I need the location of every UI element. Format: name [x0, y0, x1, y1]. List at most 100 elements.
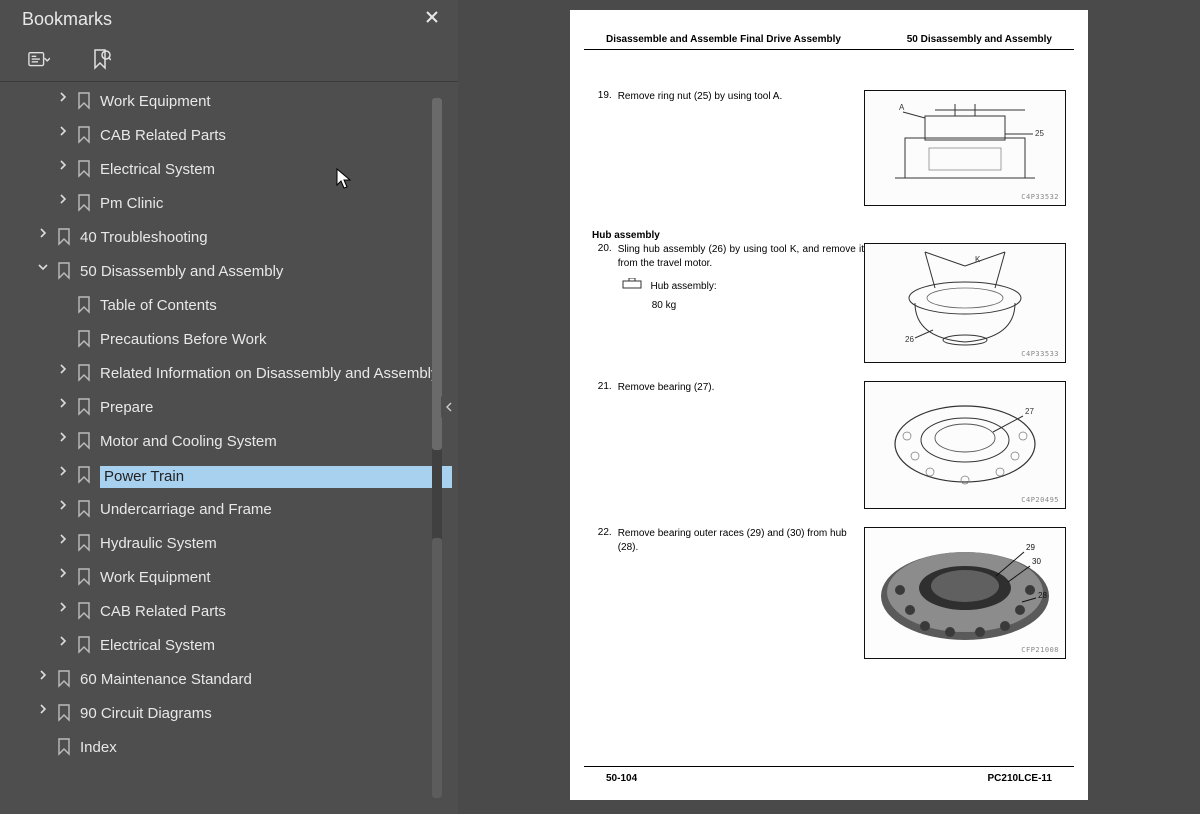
bookmark-icon	[56, 262, 72, 280]
bookmark-icon	[76, 194, 92, 212]
bookmark-icon	[76, 568, 92, 586]
bookmark-item[interactable]: Precautions Before Work	[0, 326, 458, 360]
figure: 27 C4P20495	[864, 381, 1066, 509]
chevron-right-icon[interactable]	[56, 364, 70, 379]
header-left: Disassemble and Assemble Final Drive Ass…	[606, 34, 841, 45]
find-bookmark-icon[interactable]	[90, 49, 112, 71]
bookmark-label: Undercarriage and Frame	[100, 500, 452, 520]
subheading-hub: Hub assembly	[592, 230, 1066, 241]
document-viewport[interactable]: Disassemble and Assemble Final Drive Ass…	[458, 0, 1200, 814]
collapse-panel-handle[interactable]	[441, 396, 457, 418]
bookmark-icon	[76, 602, 92, 620]
bookmark-label: Hydraulic System	[100, 534, 452, 554]
bookmark-icon	[76, 296, 92, 314]
bookmark-item[interactable]: 40 Troubleshooting	[0, 224, 458, 258]
weight-icon	[622, 278, 642, 295]
figure: 29 30 28 CFP21008	[864, 527, 1066, 659]
bookmark-item[interactable]: Undercarriage and Frame	[0, 496, 458, 530]
bookmark-icon	[76, 160, 92, 178]
bookmark-label: Related Information on Disassembly and A…	[100, 364, 452, 384]
footer-right: PC210LCE-11	[988, 773, 1052, 784]
sidebar-title: Bookmarks	[22, 9, 112, 30]
bookmark-item[interactable]: 60 Maintenance Standard	[0, 666, 458, 700]
svg-text:A: A	[899, 103, 905, 112]
chevron-right-icon[interactable]	[56, 160, 70, 175]
bookmark-item[interactable]: Prepare	[0, 394, 458, 428]
bookmark-label: Power Train	[100, 466, 452, 488]
step-number: 22.	[592, 527, 618, 538]
options-icon[interactable]	[28, 49, 50, 71]
bookmark-item[interactable]: Hydraulic System	[0, 530, 458, 564]
bookmark-item[interactable]: CAB Related Parts	[0, 598, 458, 632]
bookmark-label: Table of Contents	[100, 296, 452, 316]
bookmark-item[interactable]: CAB Related Parts	[0, 122, 458, 156]
step-22: 22. Remove bearing outer races (29) and …	[592, 527, 1066, 659]
pdf-page: Disassemble and Assemble Final Drive Ass…	[570, 10, 1088, 800]
chevron-right-icon[interactable]	[56, 126, 70, 141]
chevron-right-icon[interactable]	[56, 398, 70, 413]
svg-text:29: 29	[1026, 543, 1035, 552]
chevron-right-icon[interactable]	[56, 92, 70, 107]
bookmark-item[interactable]: Electrical System	[0, 632, 458, 666]
figure: A 25 C4P33532	[864, 90, 1066, 206]
bookmark-item[interactable]: 90 Circuit Diagrams	[0, 700, 458, 734]
bookmark-item[interactable]: Motor and Cooling System	[0, 428, 458, 462]
page-header: Disassemble and Assemble Final Drive Ass…	[584, 10, 1074, 50]
chevron-down-icon[interactable]	[36, 262, 50, 277]
bookmark-label: 40 Troubleshooting	[80, 228, 452, 248]
bookmark-label: Electrical System	[100, 636, 452, 656]
bookmark-label: 60 Maintenance Standard	[80, 670, 452, 690]
chevron-right-icon[interactable]	[36, 228, 50, 243]
bookmark-item[interactable]: Pm Clinic	[0, 190, 458, 224]
chevron-right-icon[interactable]	[56, 534, 70, 549]
header-right: 50 Disassembly and Assembly	[907, 34, 1052, 45]
bookmark-label: CAB Related Parts	[100, 602, 452, 622]
bookmark-label: Prepare	[100, 398, 452, 418]
bookmark-icon	[56, 228, 72, 246]
bookmark-label: Electrical System	[100, 160, 452, 180]
bookmark-item[interactable]: Related Information on Disassembly and A…	[0, 360, 458, 394]
bookmark-icon	[76, 398, 92, 416]
bookmark-label: Precautions Before Work	[100, 330, 452, 350]
bookmark-item[interactable]: Power Train	[0, 462, 458, 496]
svg-text:25: 25	[1035, 129, 1044, 138]
chevron-right-icon[interactable]	[56, 194, 70, 209]
chevron-right-icon[interactable]	[56, 466, 70, 481]
step-19: 19. Remove ring nut (25) by using tool A…	[592, 90, 1066, 206]
bookmark-icon	[76, 330, 92, 348]
chevron-right-icon[interactable]	[56, 432, 70, 447]
weight-label: Hub assembly:	[650, 281, 716, 292]
sidebar-header: Bookmarks	[0, 0, 458, 39]
figure-code: CFP21008	[1021, 646, 1059, 654]
bookmark-item[interactable]: Work Equipment	[0, 88, 458, 122]
close-icon[interactable]	[424, 8, 440, 31]
chevron-right-icon[interactable]	[56, 636, 70, 651]
bookmark-icon	[76, 432, 92, 450]
step-number: 20.	[592, 243, 618, 254]
figure-code: C4P20495	[1021, 496, 1059, 504]
figure: K 26 C4P33533	[864, 243, 1066, 363]
chevron-right-icon[interactable]	[36, 704, 50, 719]
bookmark-item[interactable]: Table of Contents	[0, 292, 458, 326]
footer-left: 50-104	[606, 773, 637, 784]
bookmark-icon	[76, 500, 92, 518]
chevron-right-icon[interactable]	[56, 602, 70, 617]
bookmark-item[interactable]: 50 Disassembly and Assembly	[0, 258, 458, 292]
bookmark-label: CAB Related Parts	[100, 126, 452, 146]
svg-text:27: 27	[1025, 407, 1034, 416]
weight-value: 80 kg	[622, 299, 864, 313]
bookmark-item[interactable]: Electrical System	[0, 156, 458, 190]
bookmark-item[interactable]: Work Equipment	[0, 564, 458, 598]
page-footer: 50-104 PC210LCE-11	[584, 766, 1074, 784]
chevron-right-icon[interactable]	[56, 500, 70, 515]
bookmark-item[interactable]: Index	[0, 734, 458, 768]
chevron-right-icon[interactable]	[36, 670, 50, 685]
bookmark-tree[interactable]: Work Equipment CAB Related Parts Electrica…	[0, 82, 458, 814]
scrollbar[interactable]	[432, 98, 442, 798]
bookmark-label: Work Equipment	[100, 92, 452, 112]
step-21: 21. Remove bearing (27).	[592, 381, 1066, 509]
chevron-right-icon[interactable]	[56, 568, 70, 583]
bookmark-icon	[76, 636, 92, 654]
bookmark-label: Motor and Cooling System	[100, 432, 452, 452]
bookmark-icon	[76, 364, 92, 382]
